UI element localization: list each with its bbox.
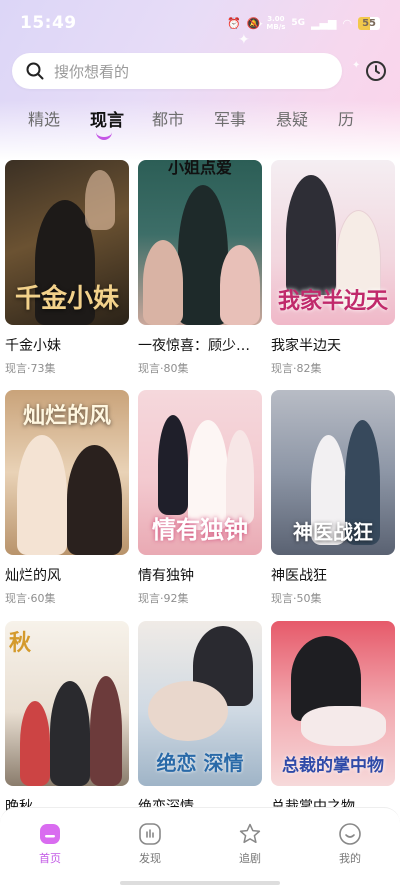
drama-card[interactable]: 总裁的掌中物 总裁掌中之物 — [271, 621, 395, 821]
drama-card[interactable]: 绝恋 深情 绝恋深情 — [138, 621, 262, 821]
bottom-nav: 首页 发现 追剧 我的 — [0, 807, 400, 889]
drama-poster: 灿烂的风 — [5, 390, 129, 555]
tab-dushi[interactable]: 都市 — [152, 106, 214, 146]
drama-title: 一夜惊喜：顾少… — [138, 338, 250, 354]
drama-card[interactable]: 情有独钟 情有独钟 现言·92集 — [138, 390, 262, 606]
tab-jingxuan[interactable]: 精选 — [28, 106, 90, 146]
nav-home[interactable]: 首页 — [20, 822, 80, 889]
drama-title: 千金小妹 — [5, 338, 61, 354]
home-indicator — [120, 881, 280, 885]
signal-label: 5G — [291, 18, 306, 28]
status-bar: 15:49 ⏰ 🔕 3.00 MB/s 5G ▂▄▆ ◠ 55 — [0, 0, 400, 46]
nav-profile[interactable]: 我的 — [320, 822, 380, 889]
history-button[interactable] — [362, 57, 390, 85]
drama-meta: 现言·92集 — [138, 592, 189, 605]
drama-poster: 我家半边天 — [271, 160, 395, 325]
drama-poster: 秋 — [5, 621, 129, 786]
home-icon — [40, 824, 60, 844]
wifi-icon: ◠ — [342, 16, 353, 30]
drama-card[interactable]: 秋 晚秋 — [5, 621, 129, 821]
drama-poster: 绝恋 深情 — [138, 621, 262, 786]
drama-poster: 小姐点爱 — [138, 160, 262, 325]
drama-meta: 现言·82集 — [271, 362, 322, 375]
alarm-icon: ⏰ — [226, 16, 241, 30]
drama-poster: 情有独钟 — [138, 390, 262, 555]
clock-icon — [366, 61, 386, 81]
drama-meta: 现言·73集 — [5, 362, 56, 375]
battery-icon: 55 — [358, 16, 380, 30]
mute-icon: 🔕 — [246, 16, 261, 30]
drama-title: 情有独钟 — [138, 568, 194, 584]
tab-li[interactable]: 历 — [338, 106, 400, 146]
drama-card[interactable]: 小姐点爱 一夜惊喜：顾少… 现言·80集 — [138, 160, 262, 376]
signal-icon: ▂▄▆ — [311, 16, 337, 30]
net-speed: 3.00 MB/s — [266, 15, 286, 31]
search-input[interactable]: 搜你想看的 — [12, 53, 342, 89]
search-icon — [26, 62, 44, 80]
drama-meta: 现言·80集 — [138, 362, 189, 375]
drama-meta: 现言·50集 — [271, 592, 322, 605]
drama-title: 神医战狂 — [271, 568, 327, 584]
search-row: 搜你想看的 — [12, 53, 390, 89]
status-time: 15:49 — [20, 13, 77, 33]
profile-icon — [339, 823, 361, 845]
status-icons: ⏰ 🔕 3.00 MB/s 5G ▂▄▆ ◠ 55 — [227, 15, 380, 31]
drama-card[interactable]: 我家半边天 我家半边天 现言·82集 — [271, 160, 395, 376]
tab-junshi[interactable]: 军事 — [214, 106, 276, 146]
discover-icon — [139, 823, 161, 845]
search-placeholder: 搜你想看的 — [54, 62, 130, 81]
drama-title: 灿烂的风 — [5, 568, 61, 584]
drama-poster: 神医战狂 — [271, 390, 395, 555]
star-icon — [239, 823, 261, 844]
drama-poster: 总裁的掌中物 — [271, 621, 395, 786]
drama-title: 我家半边天 — [271, 338, 341, 354]
nav-follow[interactable]: 追剧 — [220, 822, 280, 889]
active-tab-indicator — [96, 130, 112, 140]
tab-xianyan[interactable]: 现言 — [90, 106, 152, 146]
drama-card[interactable]: 灿烂的风 灿烂的风 现言·60集 — [5, 390, 129, 606]
drama-card[interactable]: 千金小妹 千金小妹 现言·73集 — [5, 160, 129, 376]
nav-discover[interactable]: 发现 — [120, 822, 180, 889]
tab-xuanyi[interactable]: 悬疑 — [276, 106, 338, 146]
drama-poster: 千金小妹 — [5, 160, 129, 325]
drama-card[interactable]: 神医战狂 神医战狂 现言·50集 — [271, 390, 395, 606]
category-tabs: 精选 现言 都市 军事 悬疑 历 — [0, 106, 400, 146]
drama-meta: 现言·60集 — [5, 592, 56, 605]
